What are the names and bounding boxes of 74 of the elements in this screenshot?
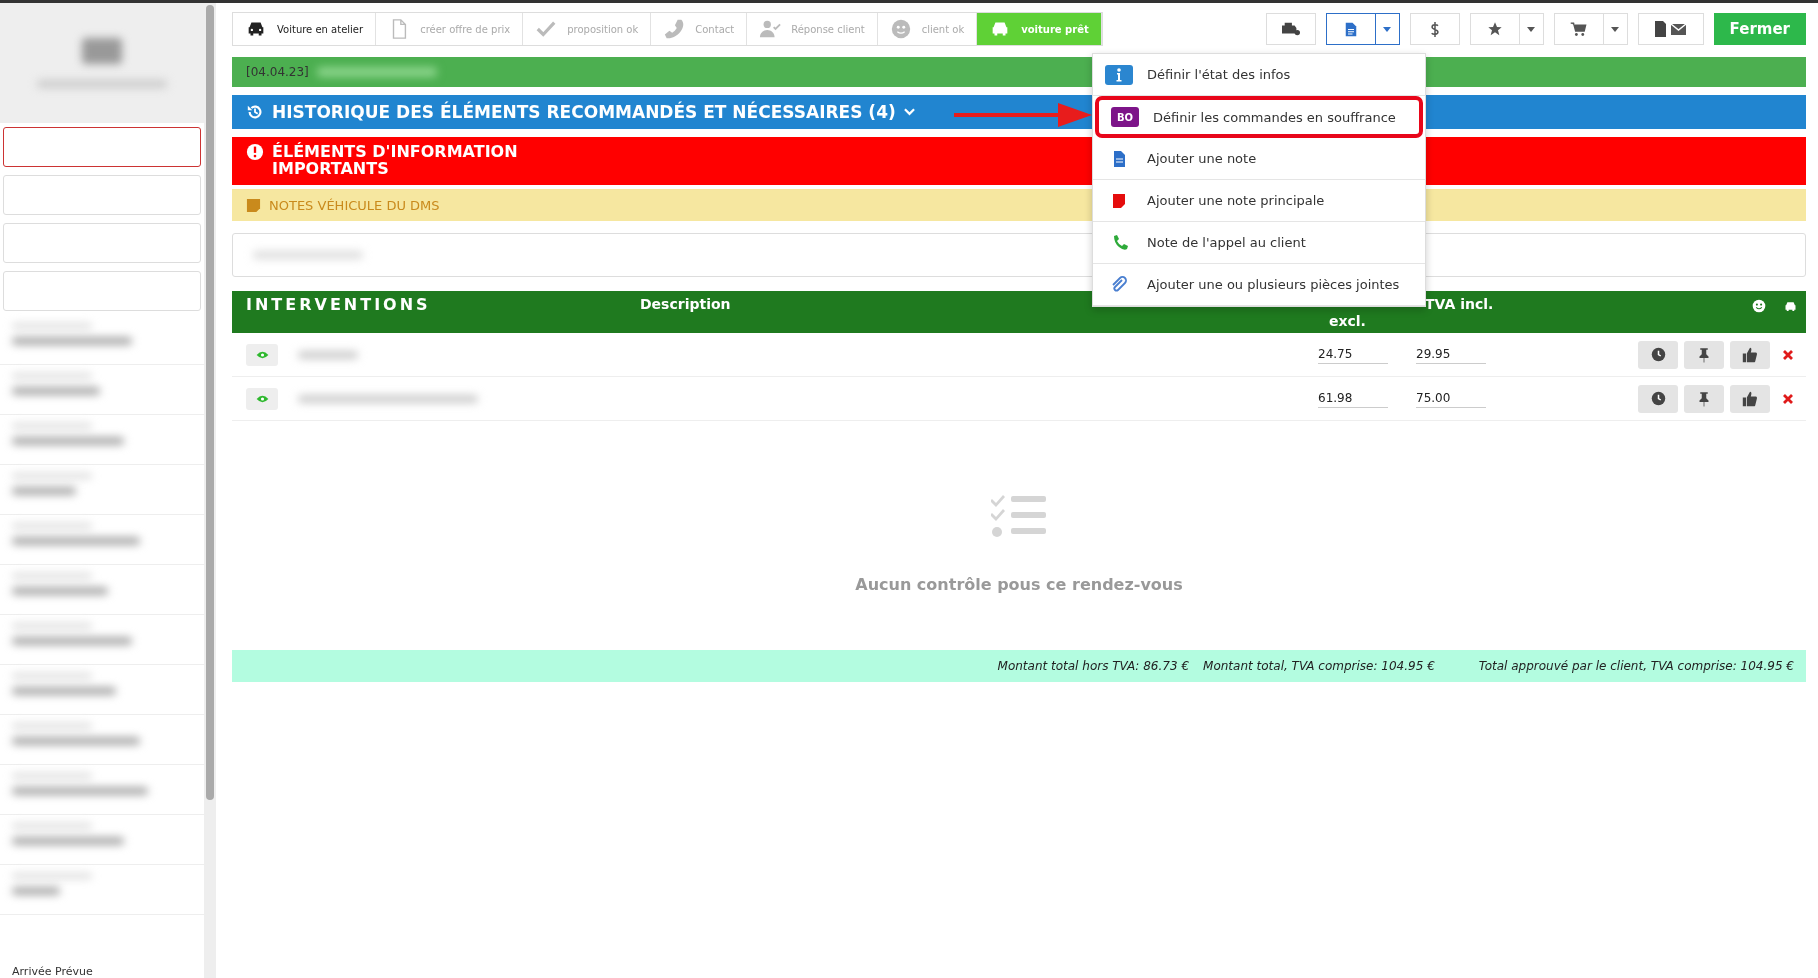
total-amount: Total approuvé par le client, TVA comprise: 104.95 €	[1478, 659, 1794, 673]
caret-icon	[1527, 26, 1536, 32]
field-label: Arrivée Prévue	[11, 965, 94, 978]
dollar-icon	[1429, 20, 1440, 38]
total-amount: Montant total hors TVA: 86.73 €	[997, 659, 1190, 673]
menu-item[interactable]: Ajouter une ou plusieurs pièces jointes	[1093, 264, 1425, 306]
history-icon	[246, 103, 264, 121]
backorder-badge: BO	[1111, 107, 1139, 127]
thumbs-up-icon	[1742, 346, 1758, 363]
view-button[interactable]	[246, 387, 278, 410]
thumbs-up-button[interactable]	[1730, 384, 1770, 413]
pin-button[interactable]	[1684, 340, 1724, 369]
chevron-down-icon	[903, 108, 915, 116]
redacted-avatar	[82, 38, 122, 64]
notes-button[interactable]	[1325, 13, 1376, 45]
clock-icon	[1650, 391, 1666, 406]
checklist-icon	[991, 493, 1047, 539]
star-button[interactable]	[1469, 13, 1520, 45]
print-car-button[interactable]	[1265, 13, 1316, 45]
cart-icon	[1570, 20, 1588, 38]
section-title: NOTES VÉHICULE DU DMS	[269, 197, 440, 213]
smiley-icon	[1752, 299, 1766, 313]
scrollbar[interactable]	[206, 5, 214, 800]
exclamation-icon	[246, 143, 264, 161]
total-amount: Montant total, TVA comprise: 104.95 €	[1203, 659, 1435, 673]
delete-icon[interactable]	[1782, 348, 1794, 361]
document-icon	[1344, 21, 1357, 37]
price-field[interactable]: 29.95	[1416, 345, 1486, 364]
caret-icon	[1611, 26, 1620, 32]
column-header: excl.	[1329, 313, 1366, 329]
star-icon	[1486, 21, 1503, 37]
eye-icon	[255, 394, 269, 403]
menu-item[interactable]: Note de l'appel au client	[1093, 222, 1425, 264]
car-icon	[1783, 299, 1798, 314]
workflow-step[interactable]: Voiture en atelier	[233, 13, 377, 45]
user-check-icon	[759, 18, 782, 40]
delete-icon[interactable]	[1782, 392, 1794, 405]
sticky-note-icon	[246, 197, 261, 213]
print-car-icon	[1279, 20, 1302, 38]
price-field[interactable]: 61.98	[1318, 389, 1388, 408]
invoice-mail-button[interactable]	[1637, 13, 1704, 45]
dollar-button[interactable]	[1409, 13, 1460, 45]
thumbs-up-button[interactable]	[1730, 340, 1770, 369]
column-header: Description	[640, 296, 731, 312]
date-text: [04.04.23]	[246, 65, 309, 79]
smiley-icon	[889, 18, 912, 40]
phone-icon	[663, 18, 686, 40]
empty-state-message: Aucun contrôle pous ce rendez-vous	[855, 575, 1183, 594]
section-title: HISTORIQUE DES ÉLÉMENTS RECOMMANDÉS ET NÉCESSAIRES (4)	[272, 102, 896, 122]
clock-button[interactable]	[1638, 340, 1678, 369]
menu-item[interactable]: Définir l'état des infos	[1093, 54, 1425, 96]
view-button[interactable]	[246, 343, 278, 366]
invoice-mail-icon	[1653, 20, 1688, 38]
dropdown-caret-button[interactable]	[1375, 13, 1400, 45]
clock-icon	[1650, 347, 1666, 362]
section-title: ÉLÉMENTS D'INFORMATION IMPORTANTS	[272, 143, 519, 177]
redacted-text	[12, 487, 76, 495]
column-header: TVA incl.	[1425, 296, 1494, 312]
thumbs-up-icon	[1742, 390, 1758, 407]
redacted-button[interactable]	[3, 127, 201, 167]
price-field[interactable]: 75.00	[1416, 389, 1486, 408]
price-field[interactable]: 24.75	[1318, 345, 1388, 364]
menu-item[interactable]: BO Définir les commandes en souffrance	[1095, 96, 1423, 138]
clock-button[interactable]	[1638, 384, 1678, 413]
eye-icon	[255, 350, 269, 359]
redacted-text	[12, 887, 60, 895]
menu-item[interactable]: Ajouter une note	[1093, 138, 1425, 180]
menu-item[interactable]: Ajouter une note principale	[1093, 180, 1425, 222]
caret-icon	[1383, 26, 1392, 32]
column-header: INTERVENTIONS	[246, 295, 431, 314]
redacted-text	[298, 350, 358, 359]
pin-button[interactable]	[1684, 384, 1724, 413]
cart-button[interactable]	[1553, 13, 1604, 45]
info-icon	[1105, 64, 1133, 85]
